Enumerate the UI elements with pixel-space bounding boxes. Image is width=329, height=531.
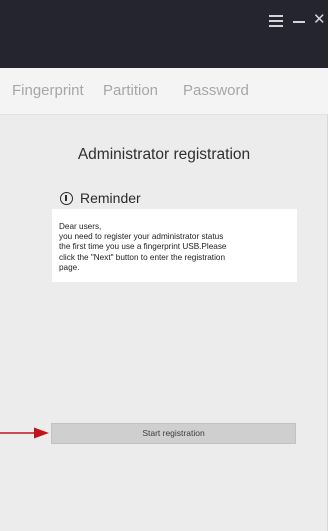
- notice-line: page.: [59, 262, 80, 272]
- notice-line: the first time you use a fingerprint USB…: [59, 242, 227, 252]
- titlebar: ✕: [0, 0, 328, 68]
- reminder-header: Reminder: [60, 190, 141, 206]
- page-title: Administrator registration: [77, 146, 251, 163]
- notice-line: Dear users,: [59, 222, 102, 231]
- close-icon[interactable]: ✕: [313, 11, 326, 29]
- arrow-right-icon: [0, 427, 49, 439]
- tab-fingerprint[interactable]: Fingerprint: [12, 82, 84, 99]
- notice-line: you need to register your administrator …: [59, 232, 224, 242]
- hamburger-icon[interactable]: [268, 13, 284, 29]
- app-window: ✕ Fingerprint Partition Password Adminis…: [0, 0, 328, 531]
- notice-line: click the "Next" button to enter the reg…: [59, 252, 226, 262]
- notice-box: Dear users, you need to register your ad…: [52, 209, 297, 282]
- tab-partition[interactable]: Partition: [103, 82, 158, 99]
- tab-bar: Fingerprint Partition Password: [0, 68, 328, 115]
- start-registration-button[interactable]: Start registration: [51, 423, 296, 444]
- minimize-icon[interactable]: [293, 13, 305, 29]
- info-icon: [60, 191, 73, 205]
- tab-password[interactable]: Password: [183, 82, 249, 99]
- reminder-label: Reminder: [80, 190, 141, 206]
